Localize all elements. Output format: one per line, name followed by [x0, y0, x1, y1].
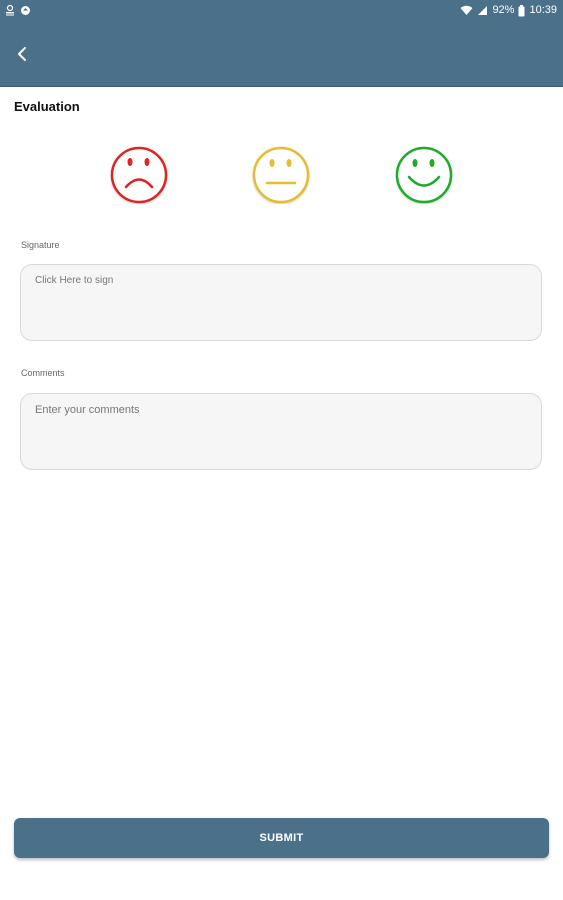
comments-field[interactable]: Enter your comments	[20, 393, 542, 470]
status-left	[5, 4, 31, 16]
signature-pad[interactable]: Click Here to sign	[20, 264, 542, 341]
neutral-face-icon	[252, 146, 310, 204]
battery-percent: 92%	[492, 4, 515, 16]
signature-placeholder: Click Here to sign	[35, 275, 114, 286]
submit-button[interactable]: SUBMIT	[14, 818, 549, 858]
status-time: 10:39	[529, 4, 557, 16]
neutral-face-button[interactable]	[252, 146, 310, 204]
signature-label: Signature	[21, 240, 60, 250]
sad-face-button[interactable]	[110, 146, 168, 204]
status-bar: 92% 10:39	[0, 0, 563, 22]
happy-face-button[interactable]	[395, 146, 453, 204]
happy-face-icon	[395, 146, 453, 204]
comments-placeholder: Enter your comments	[35, 404, 140, 416]
status-right: 92% 10:39	[460, 4, 557, 17]
chevron-left-icon	[18, 47, 26, 61]
sad-face-icon	[110, 146, 168, 204]
battery-icon	[518, 4, 525, 16]
notification-icon	[6, 4, 14, 16]
app-bar: 92% 10:39	[0, 0, 563, 87]
back-button[interactable]	[10, 42, 34, 66]
sync-icon	[21, 5, 30, 15]
comments-label: Comments	[21, 368, 65, 378]
wifi-icon	[460, 5, 473, 15]
evaluation-title: Evaluation	[14, 99, 80, 114]
signal-icon	[478, 6, 488, 15]
submit-label: SUBMIT	[259, 832, 304, 844]
